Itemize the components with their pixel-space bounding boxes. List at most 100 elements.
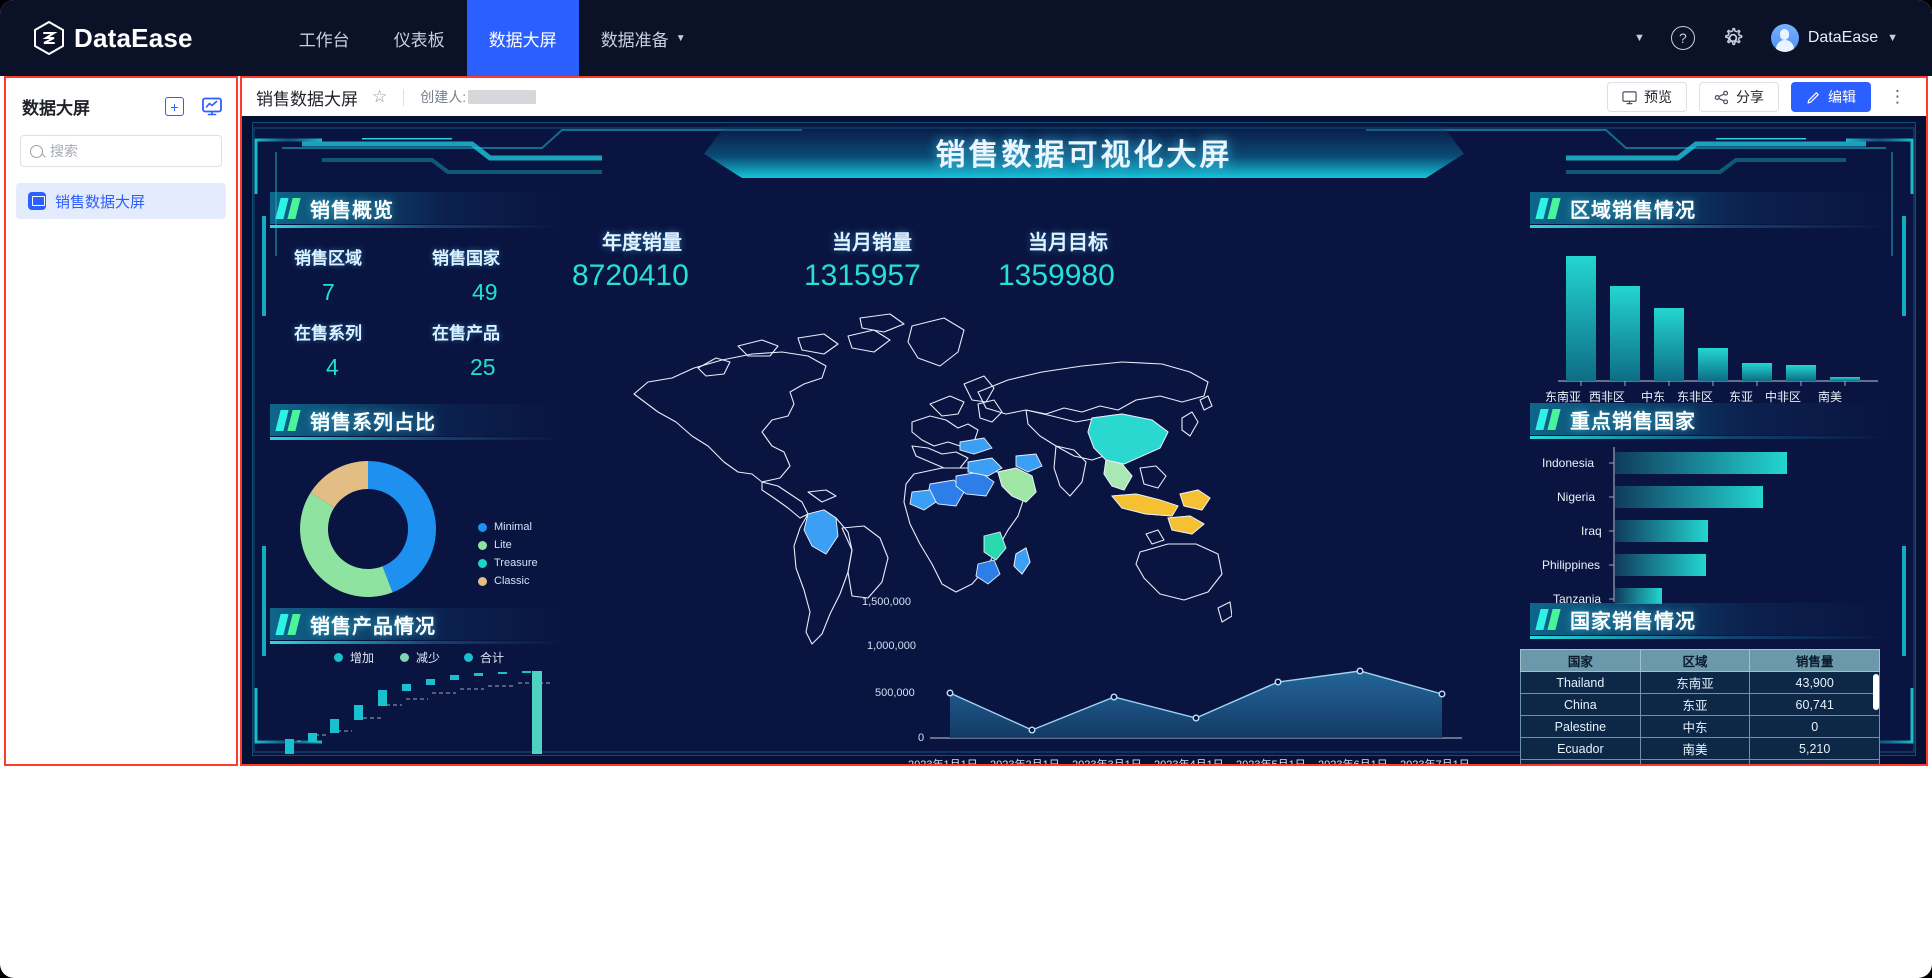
nav-item-workbench[interactable]: 工作台 <box>277 0 372 76</box>
share-label: 分享 <box>1736 87 1764 107</box>
legend-swatch <box>400 653 409 662</box>
table-row[interactable]: Palestine 中东 0 <box>1521 716 1880 738</box>
search-input[interactable] <box>50 143 212 159</box>
x-axis-tick-4: 2023年5月1日 <box>1236 756 1306 764</box>
table-row[interactable]: Philippines 东南亚 124,001 <box>1521 760 1880 765</box>
cell-region: 东南亚 <box>1640 672 1750 694</box>
panel-accent-ticks <box>275 410 300 431</box>
sidebar-panel: 数据大屏 销售数据大屏 <box>4 76 238 766</box>
panel-title-key-countries: 重点销售国家 <box>1570 405 1696 434</box>
brand-logo[interactable]: DataEase <box>34 21 193 55</box>
title-wing-left <box>302 138 602 174</box>
sidebar-item-sales-bigscreen[interactable]: 销售数据大屏 <box>16 183 226 219</box>
search-icon <box>30 145 43 158</box>
sidebar-item-label: 销售数据大屏 <box>55 191 145 212</box>
cell-sales: 43,900 <box>1750 672 1880 694</box>
kpi-value-region: 7 <box>322 279 335 306</box>
sidebar-header: 数据大屏 <box>6 78 236 123</box>
x-axis-tick-3: 2023年4月1日 <box>1154 756 1224 764</box>
table-row[interactable]: Thailand 东南亚 43,900 <box>1521 672 1880 694</box>
legend-label: 增加 <box>350 649 374 666</box>
cell-sales: 0 <box>1750 716 1880 738</box>
table-row[interactable]: China 东亚 60,741 <box>1521 694 1880 716</box>
legend-item-treasure[interactable]: Treasure <box>478 557 538 569</box>
legend-item-total[interactable]: 合计 <box>464 649 504 666</box>
panel-accent-ticks <box>275 614 300 635</box>
edit-button[interactable]: 编辑 <box>1791 82 1871 112</box>
panel-header-product-status: 销售产品情况 <box>270 608 564 640</box>
legend-swatch <box>334 653 343 662</box>
country-y-tick-0: Indonesia <box>1542 456 1594 470</box>
donut-chart-series-share[interactable] <box>280 444 480 614</box>
area-chart-monthly-sales[interactable] <box>842 576 1472 751</box>
panel-title-product-status: 销售产品情况 <box>310 610 436 639</box>
new-screen-icon[interactable] <box>202 97 222 116</box>
preview-button[interactable]: 预览 <box>1607 82 1687 112</box>
page-title: 销售数据大屏 <box>256 85 358 110</box>
legend-swatch <box>478 559 487 568</box>
legend-swatch <box>478 577 487 586</box>
panel-title-overview: 销售概览 <box>310 194 394 223</box>
table-row[interactable]: Ecuador 南美 5,210 <box>1521 738 1880 760</box>
kpi-value-month-sales: 1315957 <box>804 259 921 293</box>
cell-region: 东亚 <box>1640 694 1750 716</box>
panel-header-key-countries: 重点销售国家 <box>1530 403 1890 435</box>
help-icon[interactable]: ? <box>1671 26 1695 50</box>
legend-item-decrease[interactable]: 减少 <box>400 649 440 666</box>
kpi-label-country: 销售国家 <box>432 244 500 269</box>
panel-accent-ticks <box>275 198 300 219</box>
country-sales-table[interactable]: 国家 区域 销售量 Thailand 东南亚 43,900 China 东亚 6… <box>1520 649 1880 764</box>
legend-item-lite[interactable]: Lite <box>478 539 512 551</box>
table-col-region: 区域 <box>1640 650 1750 672</box>
cell-country: Ecuador <box>1521 738 1641 760</box>
legend-swatch <box>478 541 487 550</box>
y-axis-tick-0: 0 <box>918 732 924 744</box>
screen-icon <box>28 192 46 210</box>
nav-overflow-chevron-down-icon[interactable]: ▼ <box>1634 32 1645 44</box>
cell-country: Philippines <box>1521 760 1641 765</box>
title-wing-right <box>1566 138 1866 174</box>
share-button[interactable]: 分享 <box>1699 82 1779 112</box>
more-options-icon[interactable]: ⋮ <box>1883 87 1912 107</box>
x-axis-tick-0: 2023年1月1日 <box>908 756 978 764</box>
x-axis-tick-1: 2023年2月1日 <box>990 756 1060 764</box>
table-col-country: 国家 <box>1521 650 1641 672</box>
legend-item-minimal[interactable]: Minimal <box>478 521 532 533</box>
cell-region: 中东 <box>1640 716 1750 738</box>
legend-label: 减少 <box>416 649 440 666</box>
kpi-label-product: 在售产品 <box>432 319 500 344</box>
favorite-star-icon[interactable]: ☆ <box>372 87 387 107</box>
nav-item-dashboard[interactable]: 仪表板 <box>372 0 467 76</box>
bigscreen-canvas: 销售数据可视化大屏 销售概览 销售区域 销售国家 7 49 在售系列 在售产品 … <box>242 116 1926 764</box>
avatar <box>1771 24 1799 52</box>
legend-item-increase[interactable]: 增加 <box>334 649 374 666</box>
edit-label: 编辑 <box>1828 87 1856 107</box>
toolbar-divider <box>403 89 404 106</box>
user-menu[interactable]: DataEase ▼ <box>1771 24 1898 52</box>
legend-label: Lite <box>494 539 512 551</box>
table-scrollbar[interactable] <box>1873 674 1879 710</box>
nav-item-data-prep[interactable]: 数据准备 ▼ <box>579 0 708 76</box>
kpi-label-month-target: 当月目标 <box>1028 226 1108 255</box>
cell-country: Thailand <box>1521 672 1641 694</box>
monitor-icon <box>1622 90 1637 105</box>
legend-item-classic[interactable]: Classic <box>478 575 529 587</box>
nav-item-label: 仪表板 <box>394 26 445 51</box>
panel-header-region-sales: 区域销售情况 <box>1530 192 1890 224</box>
country-y-tick-2: Iraq <box>1581 524 1602 538</box>
bar-chart-region-sales[interactable] <box>1538 241 1888 386</box>
x-axis-tick-6: 2023年7月1日 <box>1400 756 1470 764</box>
waterfall-chart-product-status[interactable] <box>270 669 560 754</box>
sidebar-title: 数据大屏 <box>22 94 90 119</box>
application-window: DataEase 工作台 仪表板 数据大屏 数据准备 ▼ ▼ ? <box>0 0 1932 978</box>
gear-icon[interactable] <box>1721 26 1745 50</box>
user-name: DataEase <box>1808 29 1878 47</box>
y-axis-tick-2: 1,000,000 <box>867 640 916 652</box>
cell-country: Palestine <box>1521 716 1641 738</box>
nav-item-bigscreen[interactable]: 数据大屏 <box>467 0 579 76</box>
panel-header-country-sales: 国家销售情况 <box>1530 603 1890 635</box>
nav-item-label: 数据大屏 <box>489 26 557 51</box>
new-folder-icon[interactable] <box>165 97 184 116</box>
kpi-label-region: 销售区域 <box>294 244 362 269</box>
search-box[interactable] <box>20 135 222 167</box>
